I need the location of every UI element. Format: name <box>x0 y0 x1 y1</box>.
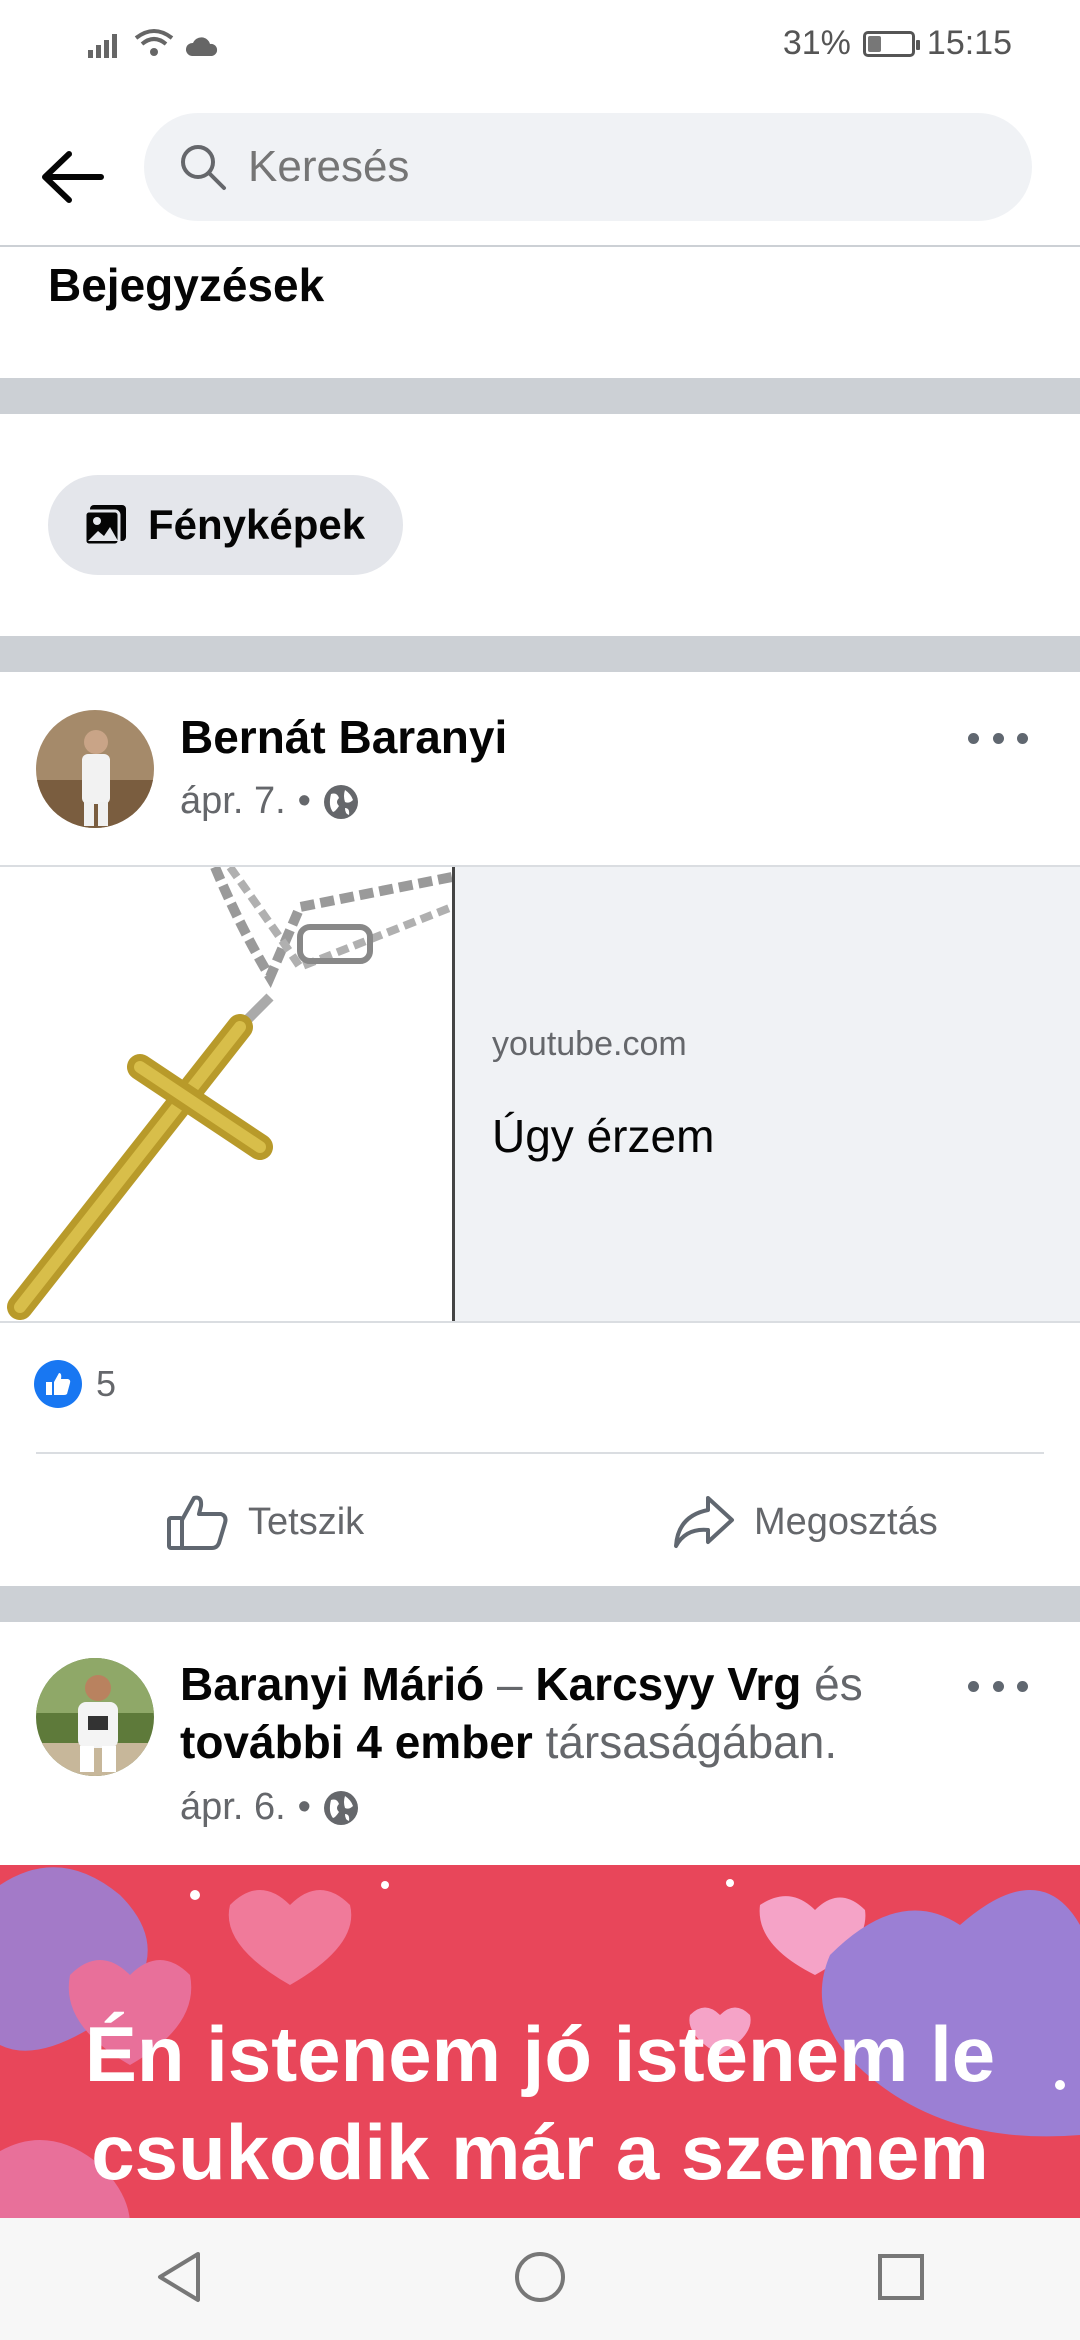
post-author-line: Baranyi Márió – Karcsyy Vrg és további 4… <box>180 1655 940 1771</box>
post-options-button[interactable] <box>968 718 1028 758</box>
post-date[interactable]: ápr. 6. <box>180 1786 286 1829</box>
filter-divider <box>0 636 1080 672</box>
dot-icon <box>1017 1680 1028 1692</box>
post-author[interactable]: Baranyi Márió <box>180 1658 484 1710</box>
section-divider <box>0 378 1080 414</box>
banner-line: Én istenem jó istenem le <box>84 2010 996 2098</box>
like-reaction-icon <box>34 1360 82 1408</box>
tagged-others[interactable]: további 4 ember <box>180 1716 533 1768</box>
post-divider <box>0 1586 1080 1622</box>
avatar[interactable] <box>36 1658 154 1776</box>
reaction-count: 5 <box>96 1363 117 1404</box>
nav-recents-button[interactable] <box>876 2252 926 2307</box>
globe-icon <box>323 1790 358 1825</box>
meta-separator: • <box>297 1786 311 1828</box>
post-meta: ápr. 7. • <box>180 780 359 823</box>
tagged-person[interactable]: Karcsyy Vrg <box>535 1658 801 1710</box>
like-label: Tetszik <box>248 1500 365 1543</box>
wifi-icon <box>134 29 174 56</box>
reaction-summary[interactable]: 5 <box>34 1360 116 1408</box>
cross-necklace-image <box>0 867 452 1321</box>
avatar-photo <box>36 710 154 828</box>
dot-icon <box>968 1680 979 1692</box>
link-preview[interactable]: youtube.com Úgy érzem <box>0 865 1080 1323</box>
search-input[interactable] <box>246 141 950 193</box>
photos-filter-label: Fényképek <box>148 501 366 548</box>
photos-filter-chip[interactable]: Fényképek <box>48 475 404 575</box>
banner-line: csukodik már a szemem <box>91 2108 989 2196</box>
clock: 15:15 <box>926 24 1012 62</box>
avatar-photo <box>36 1658 154 1776</box>
signal-icon <box>88 34 117 58</box>
square-recents-icon <box>877 2253 924 2300</box>
dot-icon <box>992 732 1004 744</box>
post-date[interactable]: ápr. 7. <box>180 780 286 823</box>
nav-home-button[interactable] <box>513 2250 567 2309</box>
post-separator <box>36 1452 1044 1454</box>
back-arrow-icon <box>42 151 104 203</box>
avatar[interactable] <box>36 710 154 828</box>
status-right: 31% 15:15 <box>783 24 1012 63</box>
section-title: Bejegyzések <box>48 259 325 311</box>
post-meta: ápr. 6. • <box>180 1786 359 1829</box>
circle-home-icon <box>514 2251 565 2302</box>
dot-icon <box>992 1680 1004 1692</box>
post-options-button[interactable] <box>968 1666 1028 1706</box>
author-dash: – <box>497 1658 523 1710</box>
banner-text: Én istenem jó istenem le csukodik már a … <box>0 2005 1080 2201</box>
search-header <box>0 95 1080 247</box>
text-post-banner[interactable]: Én istenem jó istenem le csukodik már a … <box>0 1865 1080 2265</box>
share-label: Megosztás <box>754 1500 938 1543</box>
battery-level <box>867 35 881 52</box>
cloud-icon <box>185 37 218 56</box>
system-nav-bar <box>0 2218 1080 2340</box>
and-text: és <box>814 1658 863 1710</box>
photos-icon <box>83 505 126 547</box>
back-button[interactable] <box>30 135 114 219</box>
post-author[interactable]: Bernát Baranyi <box>180 710 507 764</box>
dot-icon <box>1017 732 1028 744</box>
battery-percent: 31% <box>782 24 851 62</box>
like-button[interactable]: Tetszik <box>166 1482 364 1562</box>
search-icon <box>181 145 226 190</box>
globe-icon <box>323 784 358 819</box>
meta-separator: • <box>297 780 311 822</box>
dot-icon <box>968 732 979 744</box>
battery-icon <box>862 30 920 57</box>
link-thumbnail <box>0 867 455 1321</box>
thumbs-up-icon <box>46 1373 71 1395</box>
with-text: társaságában. <box>545 1716 838 1768</box>
status-bar: 31% 15:15 <box>0 0 1080 95</box>
link-title: Úgy érzem <box>492 1110 715 1162</box>
share-button[interactable]: Megosztás <box>672 1482 938 1562</box>
share-arrow-icon <box>674 1496 734 1548</box>
thumbs-up-outline-icon <box>167 1495 228 1550</box>
triangle-back-icon <box>158 2251 201 2302</box>
search-bar[interactable] <box>144 113 1032 221</box>
link-domain: youtube.com <box>492 1025 687 1063</box>
nav-back-button[interactable] <box>154 2250 204 2309</box>
status-icons <box>88 28 218 58</box>
